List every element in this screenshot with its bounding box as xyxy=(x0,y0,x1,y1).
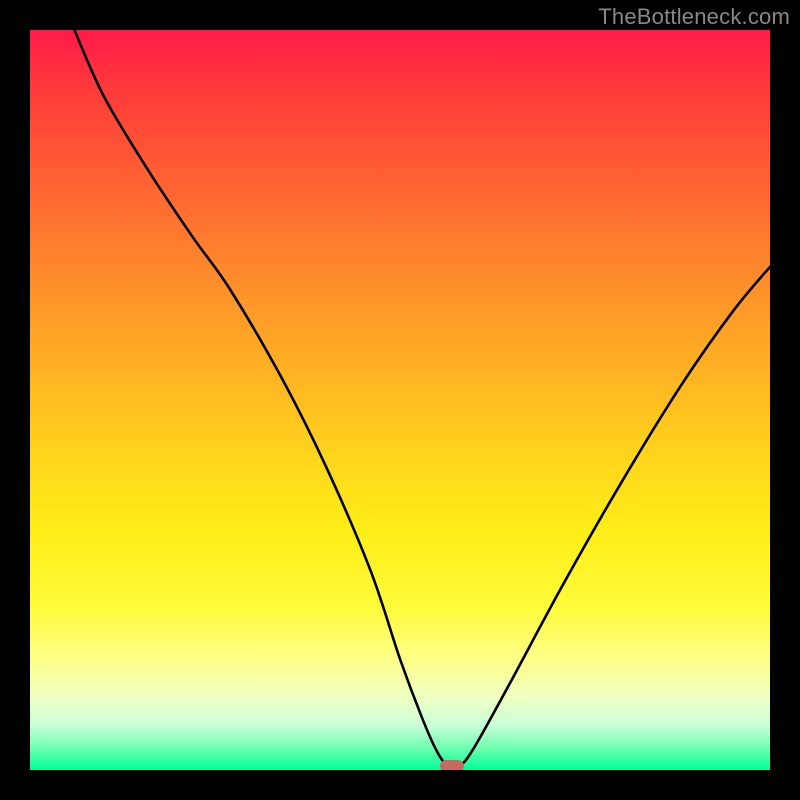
bottleneck-curve-path xyxy=(74,30,770,768)
curve-svg xyxy=(30,30,770,770)
watermark-text: TheBottleneck.com xyxy=(598,4,790,30)
plot-area xyxy=(30,30,770,770)
minimum-marker xyxy=(440,760,464,770)
